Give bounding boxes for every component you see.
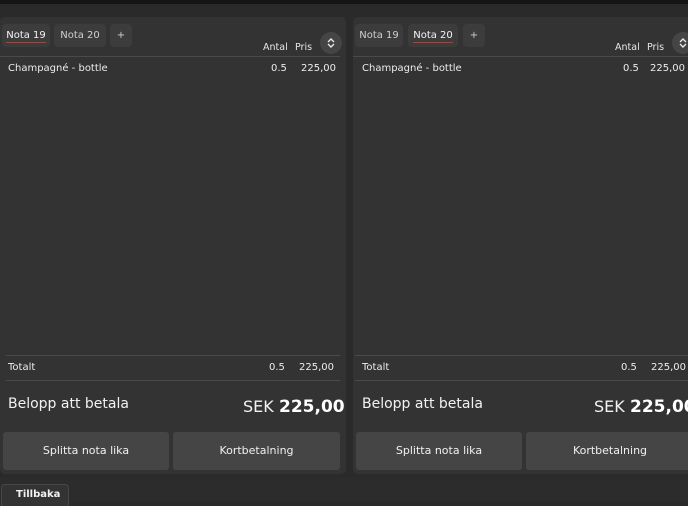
tab-label: Nota 20 <box>60 30 100 41</box>
split-bill-button[interactable]: Splitta nota lika <box>356 432 522 470</box>
item-price: 225,00 <box>650 63 685 74</box>
chevron-up-down-icon <box>327 38 335 48</box>
total-divider-bottom <box>355 380 688 381</box>
total-divider-top <box>355 355 688 356</box>
amount-due-currency: SEK <box>243 397 274 416</box>
tab-label: Nota 19 <box>359 30 399 41</box>
sort-button[interactable] <box>672 32 688 54</box>
bill-panel-left: Nota 19 Nota 20 + Antal Pris Champagné -… <box>0 17 346 474</box>
amount-due-currency: SEK <box>594 397 625 416</box>
header-divider <box>0 56 340 57</box>
plus-icon: + <box>116 30 126 41</box>
tab-nota-20[interactable]: Nota 20 <box>54 24 106 47</box>
chevron-up-down-icon <box>679 38 687 48</box>
tab-nota-20[interactable]: Nota 20 <box>408 24 458 47</box>
tab-label: Nota 20 <box>413 30 453 43</box>
column-header-qty: Antal <box>615 42 640 53</box>
item-price: 225,00 <box>301 63 336 74</box>
total-divider-top <box>6 355 340 356</box>
item-name: Champagné - bottle <box>8 63 108 74</box>
bill-panel-right: Nota 19 Nota 20 + Antal Pris Champagné -… <box>353 17 688 474</box>
total-label: Totalt <box>8 362 36 373</box>
top-strip <box>0 0 688 4</box>
tab-nota-19[interactable]: Nota 19 <box>355 24 403 47</box>
add-tab-button[interactable]: + <box>463 24 485 47</box>
total-price: 225,00 <box>651 362 686 373</box>
amount-due-label: Belopp att betala <box>8 396 129 412</box>
item-qty: 0.5 <box>271 63 287 74</box>
bottom-bar <box>0 478 688 502</box>
total-price: 225,00 <box>299 362 334 373</box>
add-tab-button[interactable]: + <box>110 24 132 47</box>
total-qty: 0.5 <box>269 362 285 373</box>
column-header-price: Pris <box>295 42 313 53</box>
amount-due-value: 225,00 <box>279 397 345 417</box>
total-label: Totalt <box>362 362 390 373</box>
total-divider-bottom <box>6 380 340 381</box>
column-header-price: Pris <box>647 42 665 53</box>
amount-due-label: Belopp att betala <box>362 396 483 412</box>
plus-icon: + <box>469 30 479 41</box>
item-qty: 0.5 <box>623 63 639 74</box>
amount-due-value: 225,00 <box>630 397 688 417</box>
sort-button[interactable] <box>320 32 342 54</box>
tab-label: Nota 19 <box>6 30 46 43</box>
back-button[interactable]: Tillbaka <box>1 484 69 506</box>
card-payment-button[interactable]: Kortbetalning <box>526 432 688 470</box>
header-divider <box>353 56 688 57</box>
split-bill-button[interactable]: Splitta nota lika <box>3 432 169 470</box>
item-name: Champagné - bottle <box>362 63 462 74</box>
tab-nota-19[interactable]: Nota 19 <box>2 24 50 47</box>
total-qty: 0.5 <box>621 362 637 373</box>
card-payment-button[interactable]: Kortbetalning <box>173 432 340 470</box>
column-header-qty: Antal <box>263 42 288 53</box>
